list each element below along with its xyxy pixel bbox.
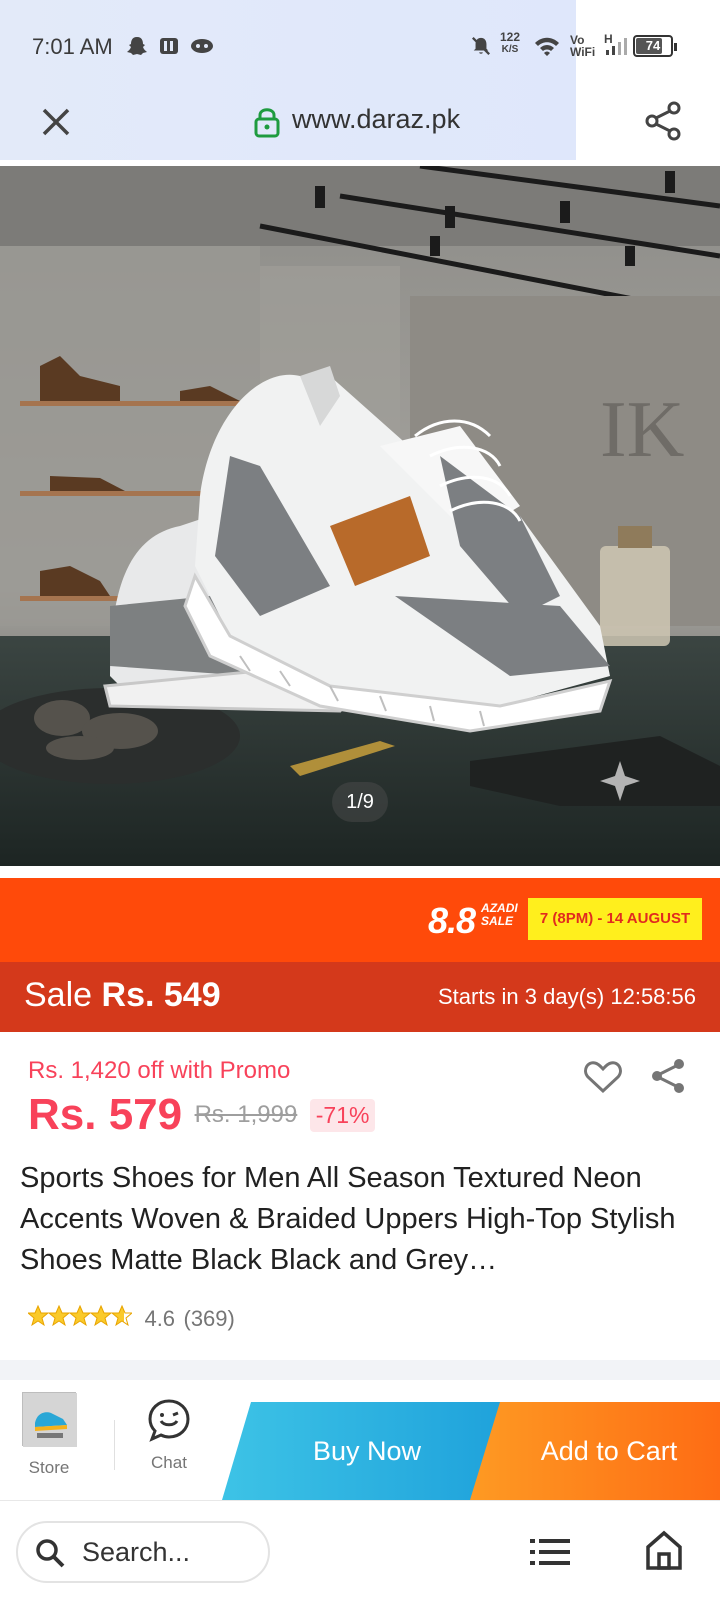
rating-stars <box>26 1304 134 1332</box>
original-price: Rs. 1,999 <box>194 1101 298 1128</box>
speed-value: 122 <box>500 30 521 44</box>
current-price: Rs. 579 <box>28 1090 183 1139</box>
product-page: 7:01 AM 122 K/S Vo WiFi H 74 www.daraz.pk <box>0 0 720 1600</box>
sale-label: Sale <box>24 976 93 1014</box>
action-separator <box>114 1420 115 1470</box>
menu-list-icon[interactable] <box>530 1537 570 1567</box>
share-icon[interactable] <box>648 1056 688 1096</box>
search-icon <box>36 1539 65 1568</box>
speed-unit: K/S <box>501 44 519 55</box>
campaign-name-line1: AZADI <box>481 901 518 915</box>
promo-text[interactable]: Rs. 1,420 off with Promo <box>28 1057 290 1085</box>
status-time: 7:01 AM <box>32 34 113 59</box>
chat-button[interactable]: Chat <box>138 1398 200 1473</box>
bottom-search-bar: Search... <box>0 1500 720 1600</box>
sale-countdown: Starts in 3 day(s) 12:58:56 <box>437 984 696 1009</box>
product-title: Sports Shoes for Men All Season Textured… <box>20 1162 676 1276</box>
chat-notification-icon <box>191 39 213 53</box>
home-icon[interactable] <box>644 1529 684 1571</box>
chat-label: Chat <box>151 1453 187 1472</box>
wifi-icon <box>535 37 559 56</box>
campaign-name: AZADI SALE <box>481 902 518 928</box>
buy-now-button[interactable]: Buy Now <box>222 1402 512 1500</box>
url-bar: www.daraz.pk <box>0 90 720 160</box>
sale-price: Rs. 549 <box>101 976 221 1014</box>
add-to-cart-button[interactable]: Add to Cart <box>470 1402 720 1500</box>
svg-text:IK: IK <box>600 386 684 474</box>
close-icon[interactable] <box>36 102 76 142</box>
signal-icon <box>606 38 627 55</box>
product-image: IK <box>0 166 720 866</box>
star-rating-icon <box>26 1304 134 1327</box>
image-counter: 1/9 <box>332 782 388 822</box>
network-speed: 122 K/S <box>500 30 521 55</box>
mute-icon <box>472 37 490 55</box>
product-image-gallery[interactable]: IK <box>0 166 720 866</box>
review-count: (369) <box>183 1305 235 1331</box>
store-logo <box>22 1392 77 1447</box>
status-bar: 7:01 AM 122 K/S Vo WiFi H 74 <box>0 0 720 90</box>
url-text[interactable]: www.daraz.pk <box>292 104 460 135</box>
lock-icon <box>254 108 280 138</box>
sale-bar: Sale Rs. 549 Starts in 3 day(s) 12:58:56 <box>0 962 720 1032</box>
campaign-number: 8.8 <box>428 900 476 941</box>
price-row: Rs. 579 Rs. 1,999 -71% <box>28 1090 376 1150</box>
chat-icon <box>148 1399 190 1442</box>
search-placeholder: Search... <box>82 1537 191 1567</box>
store-label: Store <box>28 1458 70 1477</box>
app-notification-icon <box>160 38 178 54</box>
snapchat-icon <box>127 37 147 55</box>
browser-top-bar: 7:01 AM 122 K/S Vo WiFi H 74 www.daraz.pk <box>0 0 720 160</box>
campaign-banner[interactable]: 8.8 AZADI SALE 7 (8PM) - 14 AUGUST <box>0 878 720 962</box>
heart-icon[interactable] <box>584 1060 622 1094</box>
rating-value: 4.6 <box>144 1305 176 1331</box>
search-input[interactable]: Search... <box>16 1521 270 1583</box>
battery-level: 74 <box>645 38 661 53</box>
share-icon[interactable] <box>642 100 684 142</box>
vowifi-bottom: WiFi <box>570 45 596 59</box>
section-divider <box>0 1360 720 1380</box>
campaign-dates: 7 (8PM) - 14 AUGUST <box>528 898 702 940</box>
product-rating[interactable]: 4.6 (369) <box>26 1304 235 1335</box>
discount-badge: -71% <box>309 1098 376 1132</box>
store-button[interactable]: Store <box>22 1392 77 1478</box>
battery-icon: 74 <box>633 35 677 57</box>
sale-price-label: Sale Rs. 549 <box>24 976 221 1015</box>
store-shoe-icon <box>23 1393 77 1447</box>
campaign-name-line2: SALE <box>481 914 514 928</box>
campaign-logo: 8.8 AZADI SALE <box>428 900 518 942</box>
vowifi-label: Vo WiFi <box>570 34 595 58</box>
action-bar: Store Chat Buy Now Add to Cart <box>0 1380 720 1500</box>
